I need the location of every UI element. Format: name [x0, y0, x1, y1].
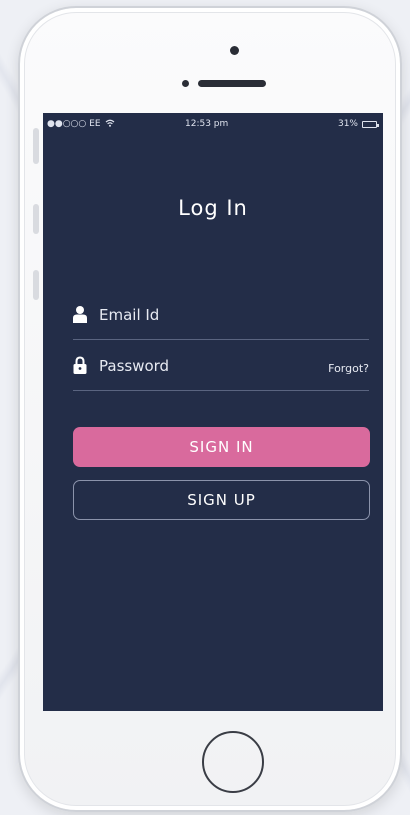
password-field[interactable]: Password Forgot? — [73, 350, 369, 391]
sign-up-button[interactable]: SIGN UP — [73, 480, 370, 520]
mute-switch — [33, 128, 39, 164]
app-screen: ●●○○○ EE 12:53 pm 31% Log In Email Id Pa… — [43, 113, 383, 711]
carrier-signal: ●●○○○ EE — [47, 119, 115, 129]
home-button[interactable] — [202, 731, 264, 793]
page-title: Log In — [178, 196, 248, 220]
email-field[interactable]: Email Id — [73, 299, 369, 340]
status-time: 12:53 pm — [185, 119, 229, 129]
battery-icon — [362, 120, 379, 128]
battery-status: 31% — [337, 119, 379, 129]
earpiece-speaker — [198, 80, 266, 87]
lock-icon — [73, 356, 87, 374]
forgot-link[interactable]: Forgot? — [328, 362, 369, 375]
password-placeholder: Password — [99, 357, 170, 375]
volume-down-button — [33, 270, 39, 300]
status-bar: ●●○○○ EE 12:53 pm 31% — [43, 113, 383, 135]
sign-in-button[interactable]: SIGN IN — [73, 427, 370, 467]
email-placeholder: Email Id — [99, 306, 160, 324]
user-icon — [73, 306, 87, 323]
carrier-label: ●●○○○ EE — [47, 119, 101, 129]
front-camera — [230, 46, 239, 55]
wifi-icon — [105, 119, 115, 127]
volume-up-button — [33, 204, 39, 234]
proximity-sensor — [182, 80, 189, 87]
battery-percent: 31% — [337, 119, 358, 129]
